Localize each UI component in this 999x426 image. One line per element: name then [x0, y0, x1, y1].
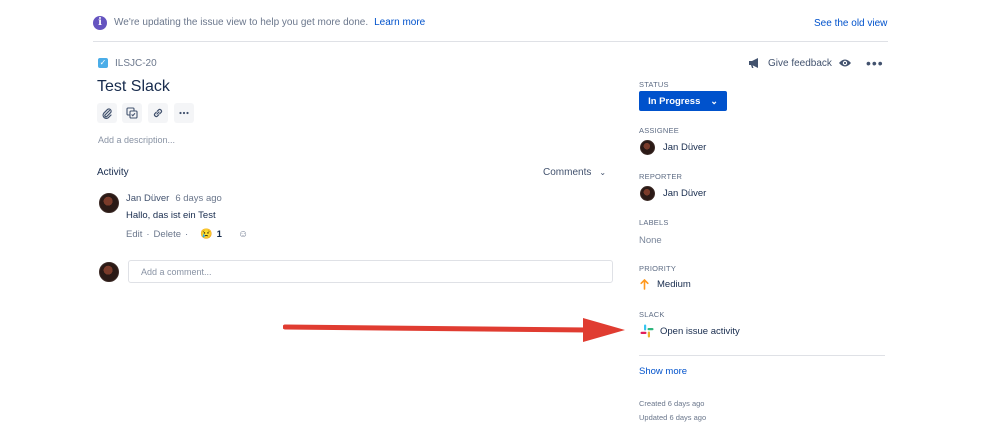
comment-time: 6 days ago: [175, 193, 222, 204]
reporter-avatar: [640, 186, 655, 201]
slack-icon: [640, 324, 654, 338]
banner-message: We're updating the issue view to help yo…: [114, 17, 425, 28]
assignee-field[interactable]: Jan Düver: [640, 140, 706, 155]
reporter-name: Jan Düver: [663, 188, 707, 199]
reporter-label: REPORTER: [639, 172, 683, 181]
show-more-link[interactable]: Show more: [639, 366, 687, 377]
activity-filter-dropdown[interactable]: Comments ⌄: [543, 167, 606, 178]
separator-dot: ·: [146, 229, 150, 240]
status-label: STATUS: [639, 80, 669, 89]
labels-field[interactable]: None: [639, 235, 662, 246]
banner-divider: [93, 41, 888, 42]
status-dropdown[interactable]: In Progress ⌄: [639, 91, 727, 111]
slack-link-label: Open issue activity: [660, 325, 740, 337]
more-actions-button[interactable]: [174, 103, 194, 123]
priority-value: Medium: [657, 279, 691, 290]
add-comment-input[interactable]: Add a comment...: [128, 260, 613, 283]
comment-body: Hallo, das ist ein Test: [126, 210, 216, 221]
reaction-count: 1: [216, 229, 222, 240]
create-subtask-button[interactable]: [122, 103, 142, 123]
chevron-down-icon: ⌄: [599, 168, 607, 177]
comment-actions: Edit · Delete · 😢 1 ☺: [126, 229, 248, 240]
comment-header: Jan Düver 6 days ago: [126, 193, 222, 204]
assignee-avatar: [640, 140, 655, 155]
priority-field[interactable]: Medium: [640, 279, 691, 290]
activity-heading: Activity: [97, 167, 129, 178]
watch-icon[interactable]: [838, 57, 852, 69]
issue-key[interactable]: ILSJC-20: [115, 58, 157, 69]
chevron-down-icon: ⌄: [710, 95, 718, 106]
more-options-icon[interactable]: •••: [866, 55, 884, 71]
current-user-avatar: [99, 262, 119, 282]
attachment-icon: [102, 108, 112, 119]
megaphone-icon: [749, 58, 758, 68]
reporter-field[interactable]: Jan Düver: [640, 186, 706, 201]
learn-more-link[interactable]: Learn more: [374, 17, 425, 28]
description-field[interactable]: Add a description...: [98, 135, 175, 145]
add-reaction-icon[interactable]: ☺: [238, 229, 248, 240]
subtask-icon: [126, 107, 138, 119]
comment-author-avatar[interactable]: [99, 193, 119, 213]
edit-comment-link[interactable]: Edit: [126, 229, 142, 240]
delete-comment-link[interactable]: Delete: [154, 229, 181, 240]
status-value: In Progress: [648, 95, 701, 107]
created-date: Created 6 days ago: [639, 399, 705, 408]
issue-title[interactable]: Test Slack: [97, 78, 170, 96]
assignee-label: ASSIGNEE: [639, 126, 679, 135]
comment-author[interactable]: Jan Düver: [126, 193, 169, 204]
separator-dot: ·: [185, 229, 189, 240]
assignee-name: Jan Düver: [663, 142, 707, 153]
updated-date: Updated 6 days ago: [639, 413, 707, 422]
activity-filter-label: Comments: [543, 167, 592, 178]
open-issue-activity-link[interactable]: Open issue activity: [640, 324, 740, 338]
annotation-arrow: [283, 318, 625, 342]
see-old-view-link[interactable]: See the old view: [814, 18, 887, 29]
slack-label: SLACK: [639, 310, 665, 319]
priority-label: PRIORITY: [639, 264, 677, 273]
priority-medium-icon: [640, 279, 649, 290]
labels-label: LABELS: [639, 218, 669, 227]
reaction-emoji-icon[interactable]: 😢: [200, 229, 212, 240]
give-feedback-button[interactable]: Give feedback: [748, 57, 832, 69]
link-icon: [153, 108, 163, 118]
attach-button[interactable]: [97, 103, 117, 123]
info-icon: i: [93, 16, 107, 30]
banner-text: We're updating the issue view to help yo…: [114, 17, 369, 28]
more-icon: [179, 111, 189, 115]
give-feedback-label: Give feedback: [768, 57, 832, 69]
issue-type-icon: ✓: [98, 58, 108, 68]
fields-divider: [639, 355, 885, 356]
link-issue-button[interactable]: [148, 103, 168, 123]
